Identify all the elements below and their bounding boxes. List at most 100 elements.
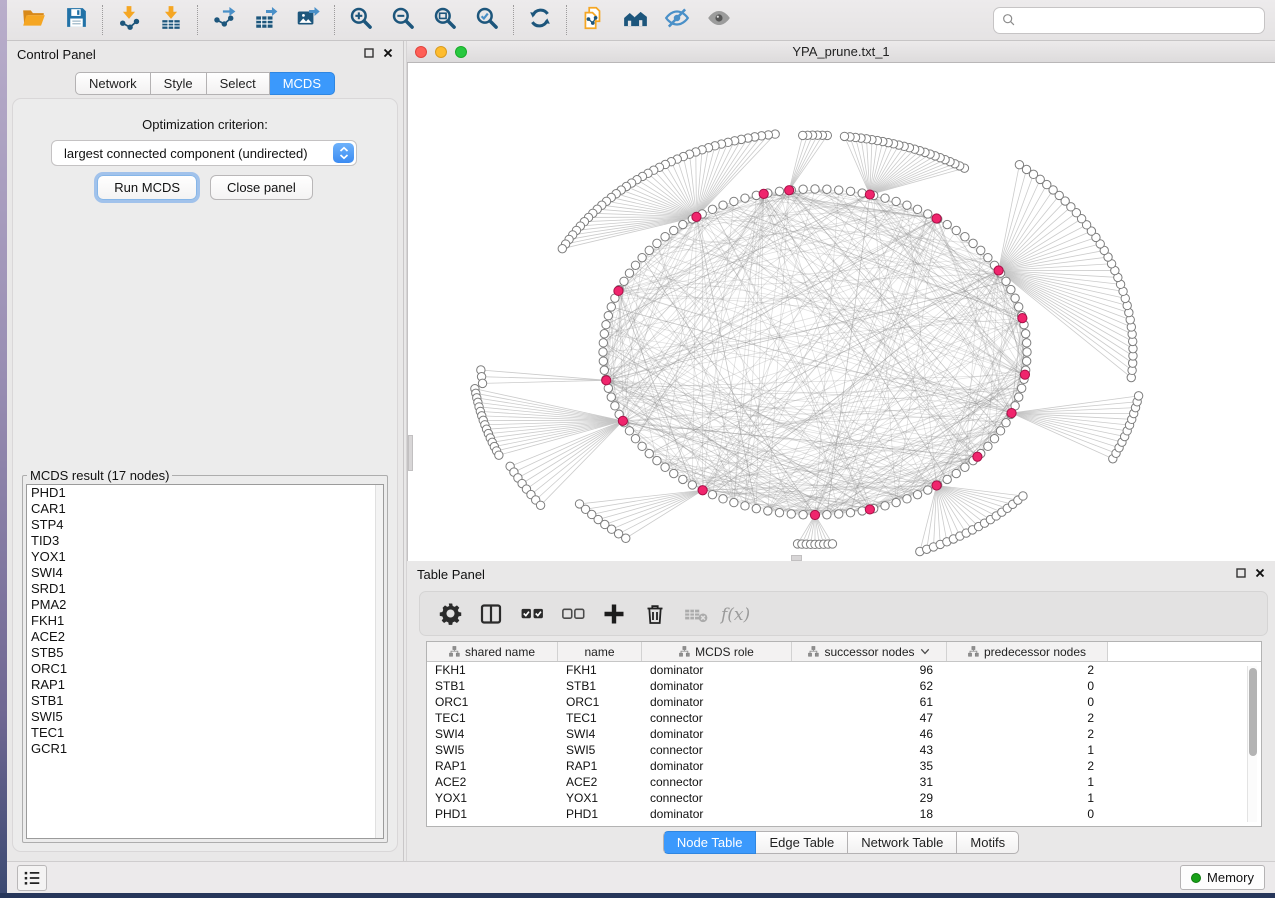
table-cell: 31 [792, 774, 947, 790]
mcds-result-item[interactable]: SWI5 [27, 709, 383, 725]
tab-network[interactable]: Network [75, 72, 151, 95]
mcds-result-item[interactable]: PMA2 [27, 597, 383, 613]
tab-motifs[interactable]: Motifs [957, 831, 1019, 854]
delete-column-button[interactable] [642, 601, 668, 627]
column-header-MCDS-role[interactable]: MCDS role [642, 642, 792, 661]
column-header-name[interactable]: name [558, 642, 642, 661]
add-column-button[interactable] [601, 601, 627, 627]
table-row[interactable]: PHD1PHD1dominator180 [427, 806, 1261, 822]
import-table-button[interactable] [150, 3, 192, 37]
column-chooser-icon [479, 602, 503, 626]
mcds-list-scrollbar[interactable] [375, 485, 383, 838]
column-label: name [584, 645, 614, 659]
mcds-result-item[interactable]: SRD1 [27, 581, 383, 597]
table-row[interactable]: ORC1ORC1dominator610 [427, 694, 1261, 710]
table-cell: 46 [792, 726, 947, 742]
close-panel-button[interactable]: Close panel [210, 175, 313, 200]
table-row[interactable]: RAP1RAP1dominator352 [427, 758, 1261, 774]
memory-button[interactable]: Memory [1180, 865, 1265, 890]
column-header-successor-nodes[interactable]: successor nodes [792, 642, 947, 661]
table-cell: 1 [947, 742, 1108, 758]
mcds-result-item[interactable]: PHD1 [27, 485, 383, 501]
table-cell: dominator [642, 678, 792, 694]
column-header-filler [1108, 642, 1261, 661]
run-mcds-button[interactable]: Run MCDS [97, 175, 197, 200]
search-input[interactable] [1017, 9, 1264, 31]
table-cell: ORC1 [558, 694, 642, 710]
zoom-out-button[interactable] [382, 3, 424, 37]
zoom-fit-button[interactable] [424, 3, 466, 37]
tab-edge-table[interactable]: Edge Table [756, 831, 848, 854]
toolbar-separator [513, 5, 514, 35]
mcds-result-item[interactable]: STB5 [27, 645, 383, 661]
network-canvas[interactable] [407, 63, 1275, 561]
tab-mcds[interactable]: MCDS [270, 72, 335, 95]
mcds-result-item[interactable]: GCR1 [27, 741, 383, 757]
open-file-button[interactable] [13, 3, 55, 37]
first-neighbors-icon [622, 5, 649, 36]
status-bar: Memory [7, 861, 1275, 893]
table-row[interactable]: FKH1FKH1dominator962 [427, 662, 1261, 678]
table-panel-title: Table Panel [417, 567, 485, 582]
tab-node-table[interactable]: Node Table [663, 831, 757, 854]
export-network-button[interactable] [203, 3, 245, 37]
float-panel-icon[interactable] [364, 45, 374, 63]
export-table-button[interactable] [245, 3, 287, 37]
mcds-result-list[interactable]: PHD1CAR1STP4TID3YOX1SWI4SRD1PMA2FKH1ACE2… [26, 484, 384, 839]
import-network-button[interactable] [108, 3, 150, 37]
table-row[interactable]: SWI5SWI5connector431 [427, 742, 1261, 758]
table-cell: SWI4 [558, 726, 642, 742]
zoom-in-button[interactable] [340, 3, 382, 37]
mcds-result-item[interactable]: YOX1 [27, 549, 383, 565]
table-settings-button[interactable] [437, 601, 463, 627]
delete-column-icon [643, 602, 667, 626]
mcds-result-item[interactable]: ORC1 [27, 661, 383, 677]
splitter-grip-icon[interactable] [408, 435, 413, 471]
automation-panel-button[interactable] [17, 865, 47, 891]
close-panel-icon[interactable] [1255, 565, 1265, 583]
table-cell: dominator [642, 662, 792, 678]
tab-style[interactable]: Style [151, 72, 207, 95]
save-session-button[interactable] [55, 3, 97, 37]
table-row[interactable]: SWI4SWI4dominator462 [427, 726, 1261, 742]
mcds-result-item[interactable]: ACE2 [27, 629, 383, 645]
first-neighbors-button[interactable] [614, 3, 656, 37]
table-scrollbar[interactable] [1247, 666, 1257, 822]
deselect-all-rows-button[interactable] [560, 601, 586, 627]
column-header-shared-name[interactable]: shared name [427, 642, 558, 661]
mcds-result-item[interactable]: TEC1 [27, 725, 383, 741]
mcds-result-item[interactable]: CAR1 [27, 501, 383, 517]
mcds-result-item[interactable]: SWI4 [27, 565, 383, 581]
mcds-result-item[interactable]: STP4 [27, 517, 383, 533]
table-cell: 1 [947, 774, 1108, 790]
mcds-result-item[interactable]: STB1 [27, 693, 383, 709]
table-row[interactable]: ACE2ACE2connector311 [427, 774, 1261, 790]
table-row[interactable]: STB1STB1dominator620 [427, 678, 1261, 694]
zoom-selected-button[interactable] [466, 3, 508, 37]
import-table-icon [158, 5, 184, 36]
toolbar-separator [102, 5, 103, 35]
tab-network-table[interactable]: Network Table [848, 831, 957, 854]
mcds-result-item[interactable]: TID3 [27, 533, 383, 549]
refresh-view-button[interactable] [519, 3, 561, 37]
hide-selected-button[interactable] [656, 3, 698, 37]
table-cell: 18 [792, 806, 947, 822]
column-chooser-button[interactable] [478, 601, 504, 627]
select-all-rows-button[interactable] [519, 601, 545, 627]
show-all-button[interactable] [698, 3, 740, 37]
float-panel-icon[interactable] [1236, 565, 1246, 583]
tab-select[interactable]: Select [207, 72, 270, 95]
clone-network-button[interactable] [572, 3, 614, 37]
table-cell: 47 [792, 710, 947, 726]
mcds-result-item[interactable]: FKH1 [27, 613, 383, 629]
export-image-button[interactable] [287, 3, 329, 37]
table-scrollbar-thumb[interactable] [1249, 668, 1257, 756]
table-row[interactable]: TEC1TEC1connector472 [427, 710, 1261, 726]
node-table-rows: FKH1FKH1dominator962STB1STB1dominator620… [427, 662, 1261, 822]
zoom-fit-icon [432, 5, 458, 36]
column-header-predecessor-nodes[interactable]: predecessor nodes [947, 642, 1108, 661]
table-row[interactable]: YOX1YOX1connector291 [427, 790, 1261, 806]
mcds-result-item[interactable]: RAP1 [27, 677, 383, 693]
close-panel-icon[interactable] [383, 45, 393, 63]
optimization-criterion-select[interactable]: largest connected component (undirected) [51, 140, 357, 166]
